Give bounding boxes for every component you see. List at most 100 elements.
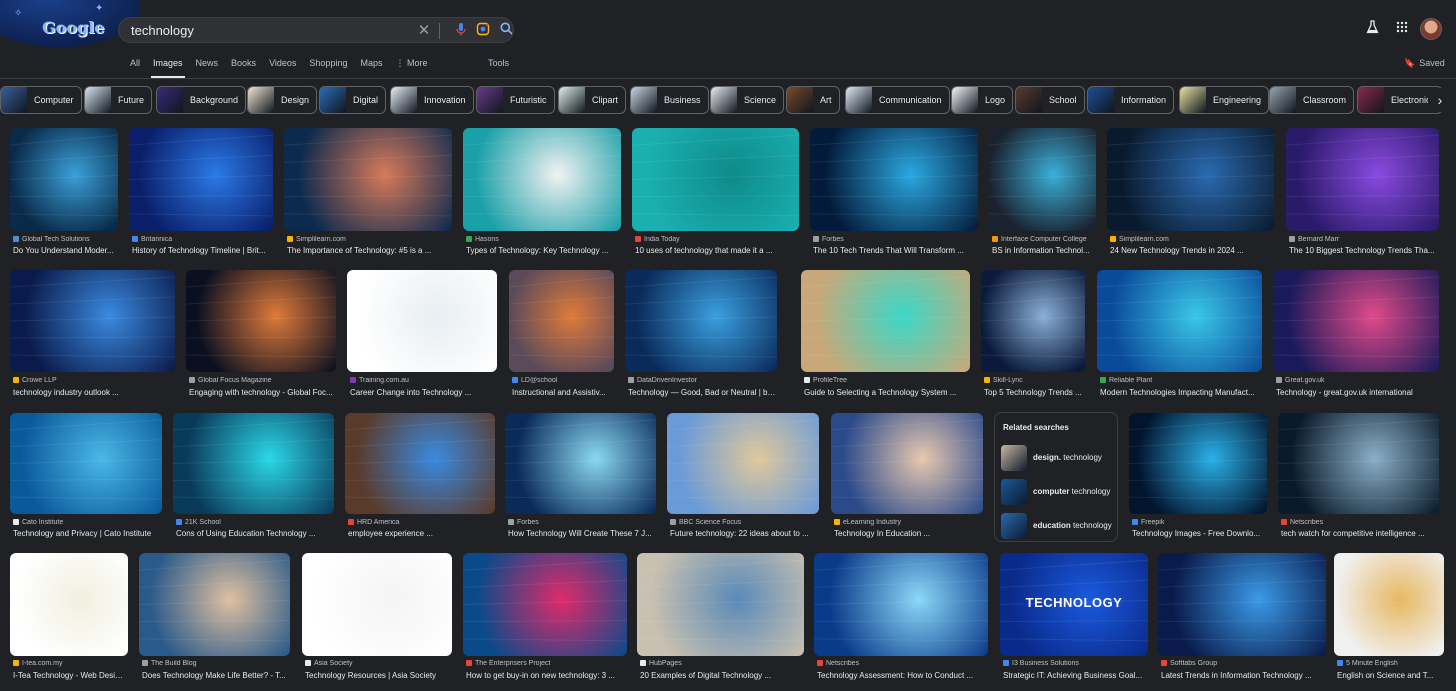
tab-more[interactable]: ⋮ More <box>395 58 427 76</box>
chip-business[interactable]: Business <box>630 86 709 114</box>
result-title[interactable]: tech watch for competitive intelligence … <box>1281 529 1438 538</box>
tab-news[interactable]: News <box>196 58 219 76</box>
result-source[interactable]: Cato Institute <box>13 519 161 526</box>
search-box[interactable]: technology ✕ <box>118 17 514 43</box>
chip-futuristic[interactable]: Futuristic <box>476 86 555 114</box>
result-title[interactable]: Modern Technologies Impacting Manufact..… <box>1100 388 1261 397</box>
related-item[interactable]: design. technology <box>999 443 1115 473</box>
result-thumbnail[interactable] <box>1334 553 1444 656</box>
result-title[interactable]: Latest Trends in Information Technology … <box>1161 671 1325 680</box>
result-title[interactable]: How to get buy-in on new technology: 3 .… <box>466 671 626 680</box>
chevron-right-icon[interactable]: › <box>1428 88 1452 112</box>
result-thumbnail[interactable] <box>831 413 983 514</box>
result-title[interactable]: Technology — Good, Bad or Neutral | by .… <box>628 388 776 397</box>
result-source[interactable]: 21K School <box>176 519 333 526</box>
related-item[interactable]: computer technology <box>999 477 1115 507</box>
result-thumbnail[interactable] <box>1286 128 1439 231</box>
result-thumbnail[interactable] <box>505 413 656 514</box>
result-source[interactable]: Hasons <box>466 236 620 243</box>
result-title[interactable]: Cons of Using Education Technology ... <box>176 529 333 538</box>
result-title[interactable]: English on Science and T... <box>1337 671 1443 680</box>
tab-books[interactable]: Books <box>231 58 256 76</box>
result-thumbnail[interactable] <box>139 553 290 656</box>
search-icon[interactable] <box>497 22 515 40</box>
result-thumbnail[interactable] <box>463 128 621 231</box>
result-title[interactable]: Technology In Education ... <box>834 529 982 538</box>
result-source[interactable]: 5 Minute English <box>1337 660 1443 667</box>
avatar[interactable] <box>1420 18 1442 40</box>
tab-shopping[interactable]: Shopping <box>309 58 347 76</box>
result-title[interactable]: Engaging with technology - Global Foc... <box>189 388 335 397</box>
result-thumbnail[interactable] <box>814 553 988 656</box>
result-source[interactable]: Forbes <box>813 236 977 243</box>
result-source[interactable]: Forbes <box>508 519 655 526</box>
result-source[interactable]: Netscribes <box>1281 519 1438 526</box>
result-title[interactable]: 24 New Technology Trends in 2024 ... <box>1110 246 1273 255</box>
result-source[interactable]: Britannica <box>132 236 272 243</box>
result-source[interactable]: BBC Science Focus <box>670 519 818 526</box>
chip-art[interactable]: Art <box>786 86 840 114</box>
result-source[interactable]: Training.com.au <box>350 377 496 384</box>
result-thumbnail[interactable] <box>1278 413 1439 514</box>
result-source[interactable]: HRD America <box>348 519 494 526</box>
result-title[interactable]: Strategic IT: Achieving Business Goal... <box>1003 671 1147 680</box>
tab-maps[interactable]: Maps <box>360 58 382 76</box>
result-title[interactable]: The 10 Tech Trends That Will Transform .… <box>813 246 977 255</box>
search-input[interactable]: technology <box>131 23 194 38</box>
tools-button[interactable]: Tools <box>488 58 509 68</box>
result-thumbnail[interactable] <box>10 553 128 656</box>
result-title[interactable]: 10 uses of technology that made it a ... <box>635 246 798 255</box>
result-thumbnail[interactable] <box>1273 270 1439 372</box>
chip-information[interactable]: Information <box>1087 86 1175 114</box>
result-source[interactable]: Crowe LLP <box>13 377 174 384</box>
result-source[interactable]: India Today <box>635 236 798 243</box>
result-thumbnail[interactable] <box>345 413 495 514</box>
result-title[interactable]: Technology - great.gov.uk international <box>1276 388 1438 397</box>
result-source[interactable]: Interface Computer College <box>992 236 1095 243</box>
result-thumbnail[interactable] <box>989 128 1096 231</box>
result-title[interactable]: Does Technology Make Life Better? - T... <box>142 671 289 680</box>
tab-all[interactable]: All <box>130 58 140 76</box>
result-thumbnail[interactable] <box>10 128 118 231</box>
result-title[interactable]: Technology Images - Free Downlo... <box>1132 529 1266 538</box>
result-source[interactable]: The Build Blog <box>142 660 289 667</box>
result-title[interactable]: Technology and Privacy | Cato Institute <box>13 529 161 538</box>
apps-grid-icon[interactable] <box>1396 20 1408 36</box>
result-title[interactable]: Career Change into Technology ... <box>350 388 496 397</box>
chip-communication[interactable]: Communication <box>845 86 950 114</box>
result-source[interactable]: Asia Society <box>305 660 451 667</box>
chip-innovation[interactable]: Innovation <box>390 86 474 114</box>
result-title[interactable]: technology industry outlook ... <box>13 388 174 397</box>
result-thumbnail[interactable] <box>129 128 273 231</box>
result-title[interactable]: How Technology Will Create These 7 J... <box>508 529 655 538</box>
result-thumbnail[interactable] <box>463 553 627 656</box>
result-source[interactable]: Global Focus Magazine <box>189 377 335 384</box>
result-thumbnail[interactable] <box>302 553 452 656</box>
result-title[interactable]: Technology Assessment: How to Conduct ..… <box>817 671 987 680</box>
result-source[interactable]: Bernard Marr <box>1289 236 1438 243</box>
microphone-icon[interactable] <box>452 22 470 40</box>
tab-videos[interactable]: Videos <box>269 58 296 76</box>
result-thumbnail[interactable] <box>1097 270 1262 372</box>
result-thumbnail[interactable] <box>637 553 804 656</box>
chip-future[interactable]: Future <box>84 86 153 114</box>
tab-images[interactable]: Images <box>151 58 185 78</box>
result-title[interactable]: Guide to Selecting a Technology System .… <box>804 388 969 397</box>
result-thumbnail[interactable] <box>347 270 497 372</box>
close-icon[interactable]: ✕ <box>415 22 433 40</box>
chip-background[interactable]: Background <box>156 86 247 114</box>
flask-icon[interactable] <box>1366 20 1379 37</box>
result-thumbnail[interactable] <box>1158 553 1326 656</box>
chip-digital[interactable]: Digital <box>319 86 387 114</box>
camera-lens-icon[interactable] <box>474 22 492 40</box>
result-title[interactable]: Future technology: 22 ideas about to ... <box>670 529 818 538</box>
result-thumbnail[interactable] <box>667 413 819 514</box>
result-title[interactable]: Technology Resources | Asia Society <box>305 671 451 680</box>
result-source[interactable]: Reliable Plant <box>1100 377 1261 384</box>
result-source[interactable]: Freepik <box>1132 519 1266 526</box>
result-title[interactable]: 20 Examples of Digital Technology ... <box>640 671 803 680</box>
result-source[interactable]: The Enterprisers Project <box>466 660 626 667</box>
result-title[interactable]: Instructional and Assistiv... <box>512 388 613 397</box>
result-source[interactable]: Netscribes <box>817 660 987 667</box>
result-title[interactable]: employee experience ... <box>348 529 494 538</box>
